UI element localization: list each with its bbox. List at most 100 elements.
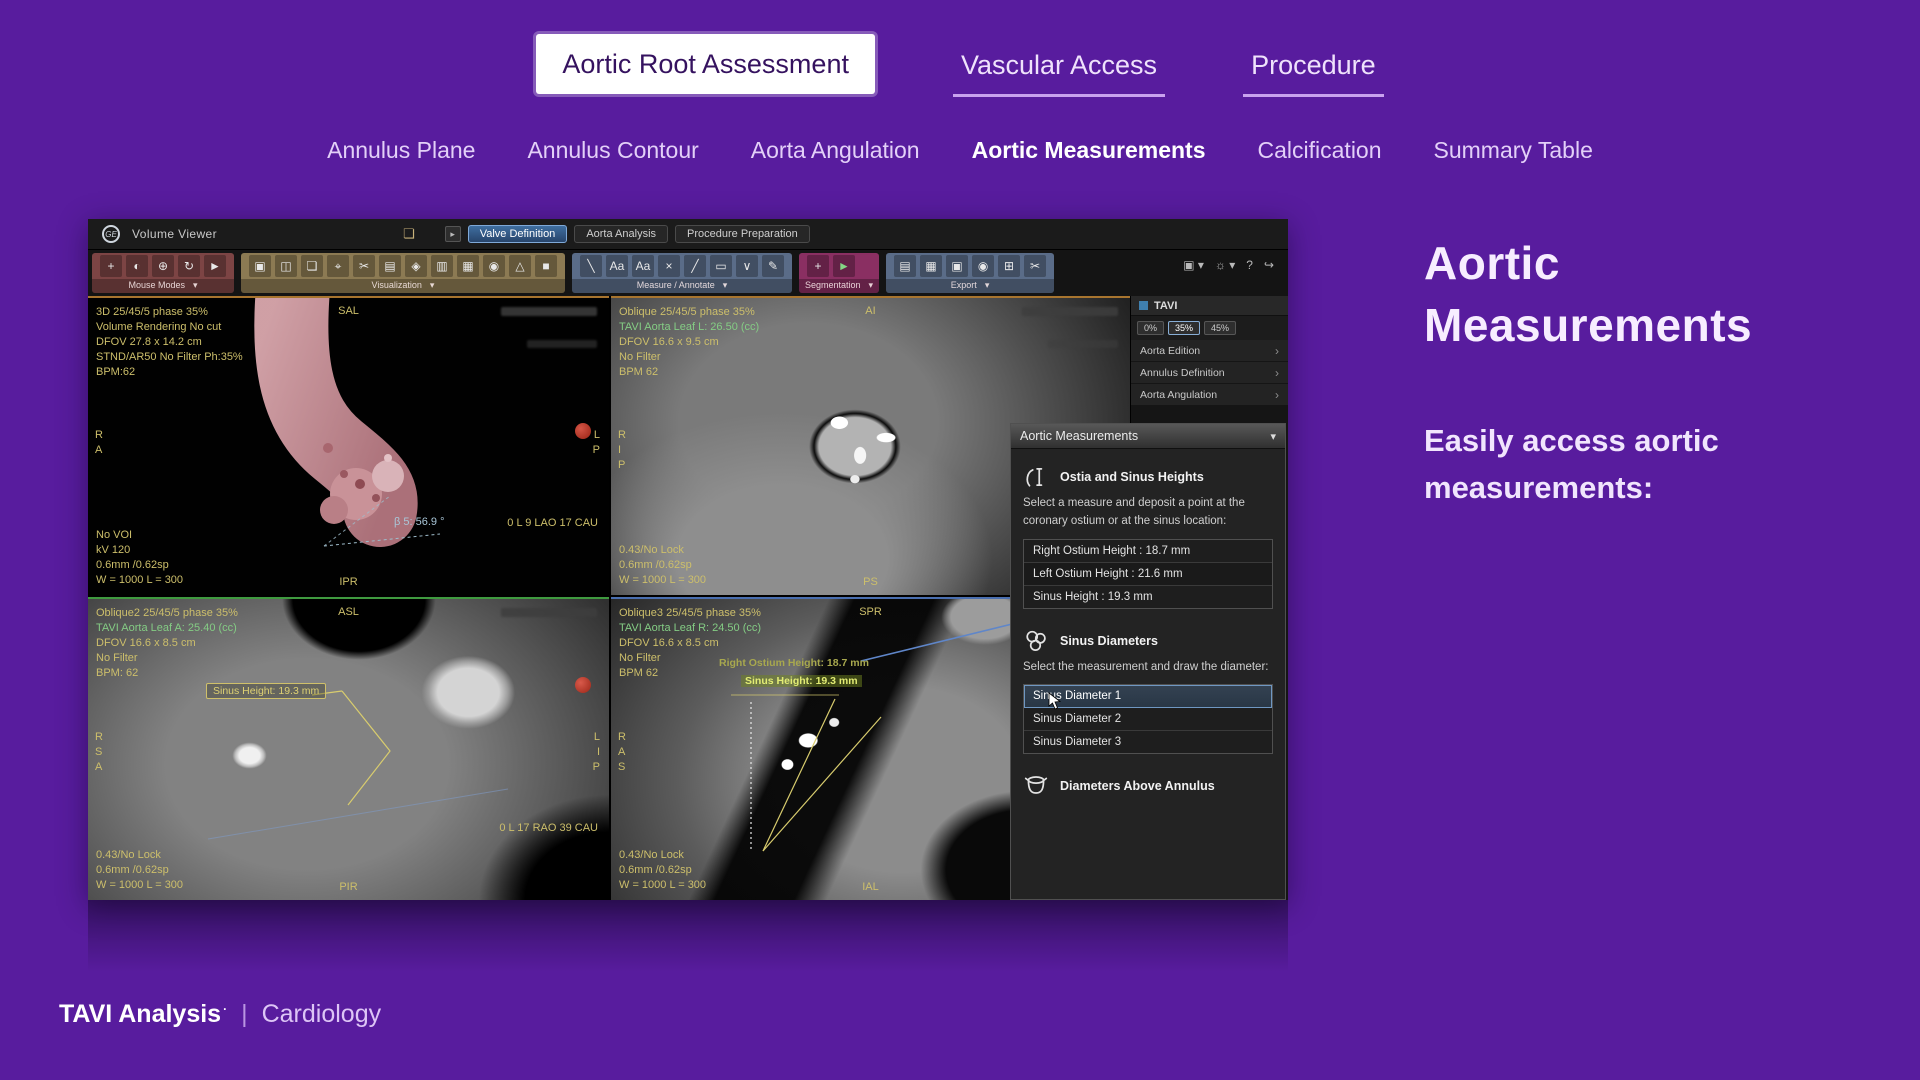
visualization-icon[interactable]: ◈ [405,255,427,277]
measure-row-left-ostium[interactable]: Left Ostium Height : 21.6 mm [1024,563,1272,586]
segmentation-icon[interactable]: ► [833,255,855,277]
sidebar-item[interactable]: Aorta Angulation › [1131,384,1288,406]
viewport-info-line: Oblique2 25/45/5 phase 35% [96,606,238,621]
viewport-scan-line: No VOI [96,528,183,543]
redacted-patient-id [501,307,597,316]
measure-annotate-icon[interactable]: Aa [606,255,628,277]
visualization-icon[interactable]: ▤ [379,255,401,277]
sinus-diameter-3-row[interactable]: Sinus Diameter 3 [1024,731,1272,753]
right-ostium-height-label: Right Ostium Height: 18.7 mm [719,657,869,669]
visualization-icon[interactable]: ❏ [301,255,323,277]
measure-annotate-icon[interactable]: ✎ [762,255,784,277]
viewport-oblique2[interactable]: Oblique2 25/45/5 phase 35%TAVI Aorta Lea… [88,597,609,900]
orientation-letter: P [593,444,600,456]
mouse-mode-icon[interactable]: ► [204,255,226,277]
chevron-right-icon: › [1275,388,1279,402]
viewport-info-line: STND/AR50 No Filter Ph:35% [96,350,243,365]
tab-vascular-access[interactable]: Vascular Access [953,34,1165,97]
tab-procedure[interactable]: Procedure [1243,34,1384,97]
measure-row-right-ostium[interactable]: Right Ostium Height : 18.7 mm [1024,540,1272,563]
visualization-icon[interactable]: ⌖ [327,255,349,277]
window-control-icon[interactable]: ▣ ▾ [1183,258,1204,272]
chevron-down-icon[interactable]: ▾ [1270,430,1276,443]
subtab-aorta-angulation[interactable]: Aorta Angulation [751,137,920,164]
measure-annotate-icon[interactable]: ╱ [684,255,706,277]
subtab-aortic-measurements[interactable]: Aortic Measurements [972,137,1206,164]
segmentation-icon[interactable]: + [807,255,829,277]
app-tab-valve-definition[interactable]: Valve Definition [468,225,568,243]
visualization-icon[interactable]: ✂ [353,255,375,277]
sidebar-item[interactable]: Annulus Definition › [1131,362,1288,384]
measure-row-sinus-height[interactable]: Sinus Height : 19.3 mm [1024,586,1272,608]
chevron-down-icon[interactable]: ▾ [430,280,435,291]
chevron-down-icon[interactable]: ▾ [723,280,728,291]
phase-chip[interactable]: 35% [1168,321,1200,335]
viewport-info-line: BPM:62 [96,365,243,380]
visualization-icon[interactable]: ◉ [483,255,505,277]
chevron-down-icon[interactable]: ▾ [985,280,990,291]
tab-aortic-root-assessment[interactable]: Aortic Root Assessment [536,34,875,94]
footer: TAVI Analysis· | Cardiology [59,1000,381,1029]
chevron-down-icon[interactable]: ▾ [193,280,198,291]
measure-annotate-icon[interactable]: ∨ [736,255,758,277]
sinus-diameter-2-row[interactable]: Sinus Diameter 2 [1024,708,1272,731]
subtab-summary-table[interactable]: Summary Table [1434,137,1593,164]
study-list-icon[interactable]: ❏ [403,226,415,242]
visualization-icon[interactable]: ◫ [275,255,297,277]
orientation-letter: S [618,761,626,773]
app-tab-aorta-analysis[interactable]: Aorta Analysis [574,225,668,243]
brand-name: TAVI Analysis· [59,1000,227,1029]
section-ostia-description: Select a measure and deposit a point at … [1023,495,1273,531]
section-annulus-heading: Diameters Above Annulus [1023,773,1273,799]
viewport-info-line: DFOV 16.6 x 8.5 cm [619,636,761,651]
visualization-icon[interactable]: ▥ [431,255,453,277]
export-icon[interactable]: ⊞ [998,255,1020,277]
sinus-diameter-1-row[interactable]: Sinus Diameter 1 [1024,685,1272,708]
phase-chip[interactable]: 0% [1137,321,1164,335]
sinus-diameters-icon [1023,628,1049,654]
measure-annotate-icon[interactable]: ╲ [580,255,602,277]
visualization-icon[interactable]: ▣ [249,255,271,277]
window-control-icon[interactable]: ☼ ▾ [1215,258,1235,272]
measure-annotate-icon[interactable]: ▭ [710,255,732,277]
export-icon[interactable]: ▣ [946,255,968,277]
panel-header[interactable]: Aortic Measurements ▾ [1011,424,1285,449]
window-control-icon[interactable]: ↪ [1264,258,1274,272]
viewport-info-line: DFOV 16.6 x 8.5 cm [96,636,238,651]
measure-annotate-icon[interactable]: Aa [632,255,654,277]
app-titlebar: GE Volume Viewer ❏ ▸ Valve Definition Ao… [88,219,1288,250]
viewport-3d[interactable]: 3D 25/45/5 phase 35%Volume Rendering No … [88,296,609,595]
export-icon[interactable]: ✂ [1024,255,1046,277]
footnote-mark: · [223,1002,227,1016]
tab-scroll-button[interactable]: ▸ [445,226,461,242]
mouse-mode-icon[interactable]: ⊕ [152,255,174,277]
subtab-annulus-plane[interactable]: Annulus Plane [327,137,475,164]
page-title: Aortic Measurements [1424,232,1874,356]
mouse-mode-icon[interactable]: ↻ [178,255,200,277]
redacted-date [527,340,597,348]
orientation-letter: I [618,444,626,456]
mouse-mode-icon[interactable]: + [100,255,122,277]
subtab-calcification[interactable]: Calcification [1258,137,1382,164]
window-control-icon[interactable]: ? [1246,258,1253,272]
sinus-height-highlight-label: Sinus Height: 19.3 mm [741,675,862,687]
measure-annotate-icon[interactable]: × [658,255,680,277]
viewport-scan-line: 0.6mm /0.62sp [619,863,706,878]
sidebar-item[interactable]: Aorta Edition › [1131,340,1288,362]
subtab-annulus-contour[interactable]: Annulus Contour [527,137,698,164]
viewport-scan-line: kV 120 [96,543,183,558]
app-tab-procedure-preparation[interactable]: Procedure Preparation [675,225,810,243]
visualization-icon[interactable]: ■ [535,255,557,277]
app-title: Volume Viewer [132,227,217,241]
mouse-mode-icon[interactable]: ◐ [126,255,148,277]
export-icon[interactable]: ◉ [972,255,994,277]
sinus-diameters-list: Sinus Diameter 1 Sinus Diameter 2 Sinus … [1023,684,1273,754]
chevron-down-icon[interactable]: ▾ [869,280,874,291]
orientation-letter: R [95,731,103,743]
export-icon[interactable]: ▦ [920,255,942,277]
visualization-icon[interactable]: △ [509,255,531,277]
panel-title: Aortic Measurements [1020,429,1138,443]
visualization-icon[interactable]: ▦ [457,255,479,277]
phase-chip[interactable]: 45% [1204,321,1236,335]
export-icon[interactable]: ▤ [894,255,916,277]
